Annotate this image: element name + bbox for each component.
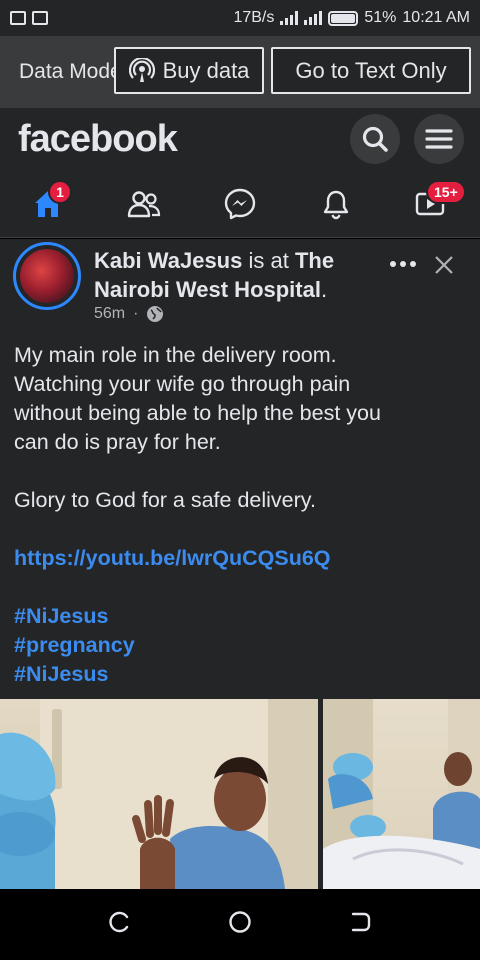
author-avatar[interactable] [13,242,81,310]
tab-watch[interactable]: 15+ [384,170,480,237]
post-text-line: Glory to God for a safe delivery. [14,488,316,512]
globe-icon [147,306,164,322]
tab-friends[interactable] [96,170,192,237]
system-nav-bar [0,889,480,960]
photo-illustration [0,699,318,889]
messenger-icon [224,188,256,219]
tab-messenger[interactable] [192,170,288,237]
bell-icon [323,190,349,219]
recents-button[interactable] [107,909,133,940]
post-photo-main[interactable] [0,699,318,889]
wifi-signal-icon [280,11,299,25]
facebook-logo[interactable]: facebook [18,118,178,161]
tab-notifications[interactable] [288,170,384,237]
post-header: Kabi WaJesus is at The Nairobi West Hosp… [94,248,335,302]
post-text-line: can do is pray for her. [14,430,221,454]
cell-signal-icon [304,11,323,25]
data-mode-label: Data Mode [19,60,115,83]
post-meta: 56m · [94,305,164,323]
battery-percent: 51% [364,9,397,26]
close-icon [435,256,453,274]
status-bar: 17B/s 51% 10:21 AM [0,0,480,36]
search-icon [362,126,388,152]
post-text-line: Watching your wife go through pain [14,372,351,396]
buy-data-button[interactable]: Buy data [114,47,264,94]
home-circle-icon [229,911,251,933]
home-system-button[interactable] [227,909,253,940]
recents-icon [109,911,129,933]
back-button[interactable] [347,909,373,940]
meta-separator: · [133,305,139,322]
post-time[interactable]: 56m [94,305,125,323]
app-header: facebook [0,108,480,170]
hashtag-link[interactable]: #NiJesus [14,602,464,631]
message-notification-icon [10,11,26,25]
search-button[interactable] [350,114,400,164]
hide-post-button[interactable] [432,253,456,282]
network-speed: 17B/s [233,9,275,26]
text-only-label: Go to Text Only [295,57,447,83]
broadcast-icon [128,57,155,82]
hashtag-link[interactable]: #NiJesus [14,660,464,689]
post-body: My main role in the delivery room. Watch… [14,341,464,689]
menu-button[interactable] [414,114,464,164]
watch-badge: 15+ [426,180,466,204]
youtube-link[interactable]: https://youtu.be/lwrQuCQSu6Q [14,544,464,573]
hashtag-link[interactable]: #pregnancy [14,631,464,660]
main-nav-tabs: 1 15+ [0,170,480,238]
post-text-line: My main role in the delivery room. [14,343,337,367]
more-icon [390,261,416,267]
clock: 10:21 AM [402,9,470,26]
tab-home[interactable]: 1 [0,170,96,237]
post-photo-secondary[interactable] [323,699,480,889]
image-notification-icon [32,11,48,25]
friends-icon [127,190,161,217]
more-options-button[interactable] [388,252,418,281]
data-mode-banner: Data Mode Buy data Go to Text Only [0,36,480,108]
back-icon [351,912,371,932]
buy-data-label: Buy data [162,57,250,83]
feed-post: Kabi WaJesus is at The Nairobi West Hosp… [0,239,480,889]
photo-illustration [323,699,480,889]
post-text-line: without being able to help the best you [14,401,381,425]
author-name[interactable]: Kabi WaJesus [94,248,242,273]
battery-icon [328,10,359,26]
hamburger-menu-icon [425,129,453,149]
text-only-button[interactable]: Go to Text Only [271,47,471,94]
home-badge: 1 [48,180,72,204]
